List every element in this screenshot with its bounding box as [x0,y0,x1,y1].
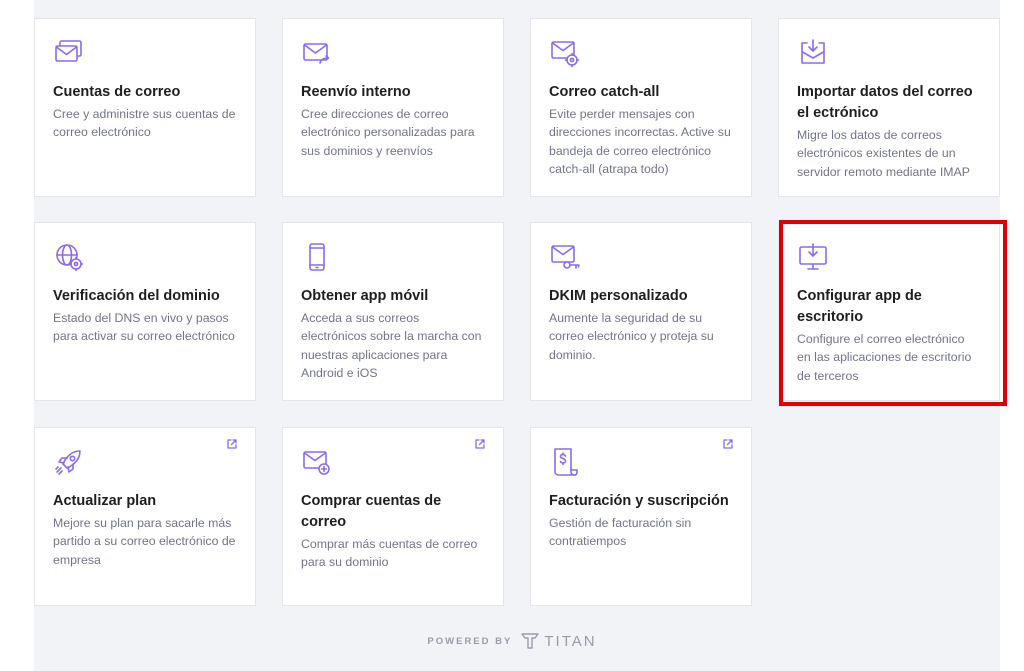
card-title: Cuentas de correo [53,84,181,100]
card-title: Comprar cuentas de correo [301,493,442,530]
card-import-mail[interactable]: Importar datos del correo el ectrónico M… [778,18,1000,197]
receipt-icon [549,446,581,478]
card-buy-accounts[interactable]: Comprar cuentas de correo Comprar más cu… [282,427,504,606]
desktop-download-icon [797,241,829,273]
rocket-icon [53,446,85,478]
card-title: Obtener app móvil [301,288,429,304]
titan-logo-icon [520,632,540,650]
brand-name: TITAN [544,632,597,650]
mail-key-icon [549,241,581,273]
card-title: Actualizar plan [53,493,157,509]
globe-gear-icon [53,241,85,273]
card-description: Migre los datos de correos electrónicos … [797,128,970,179]
powered-by-label: POWERED BY [427,635,513,647]
card-internal-forwarding[interactable]: Reenvío interno Cree direcciones de corr… [282,18,504,197]
card-desktop-app[interactable]: Configurar app de escritorio Configure e… [778,222,1000,401]
mail-forward-icon [301,37,333,69]
card-title: Importar datos del correo el ectrónico [797,84,973,121]
card-title: Configurar app de escritorio [797,288,922,325]
card-description: Acceda a sus correos electrónicos sobre … [301,311,482,380]
card-mobile-app[interactable]: Obtener app móvil Acceda a sus correos e… [282,222,504,401]
card-title: Correo catch-all [549,84,660,100]
mail-catchall-icon [549,37,581,69]
card-domain-verification[interactable]: Verificación del dominio Estado del DNS … [34,222,256,401]
card-title: DKIM personalizado [549,288,688,304]
card-description: Gestión de facturación sin contratiempos [549,516,692,549]
card-billing[interactable]: Facturación y suscripción Gestión de fac… [530,427,752,606]
card-description: Configure el correo electrónico en las a… [797,332,972,383]
card-description: Mejore su plan para sacarle más partido … [53,516,236,567]
card-description: Estado del DNS en vivo y pasos para acti… [53,311,235,344]
card-description: Evite perder mensajes con direcciones in… [549,107,731,176]
mobile-phone-icon [301,241,333,273]
card-description: Cree y administre sus cuentas de correo … [53,107,236,140]
card-title: Verificación del dominio [53,288,220,304]
card-description: Cree direcciones de correo electrónico p… [301,107,475,158]
mail-accounts-icon [53,37,85,69]
card-title: Facturación y suscripción [549,493,729,509]
card-description: Aumente la seguridad de su correo electr… [549,311,714,362]
card-title: Reenvío interno [301,84,411,100]
card-custom-dkim[interactable]: DKIM personalizado Aumente la seguridad … [530,222,752,401]
card-mail-accounts[interactable]: Cuentas de correo Cree y administre sus … [34,18,256,197]
mail-add-icon [301,446,333,478]
import-mail-icon [797,37,829,69]
card-upgrade-plan[interactable]: Actualizar plan Mejore su plan para saca… [34,427,256,606]
external-link-icon [474,438,486,450]
card-catch-all[interactable]: Correo catch-all Evite perder mensajes c… [530,18,752,197]
external-link-icon [722,438,734,450]
card-description: Comprar más cuentas de correo para su do… [301,537,478,570]
external-link-icon [226,438,238,450]
footer-powered-by: POWERED BY TITAN [0,630,1024,652]
